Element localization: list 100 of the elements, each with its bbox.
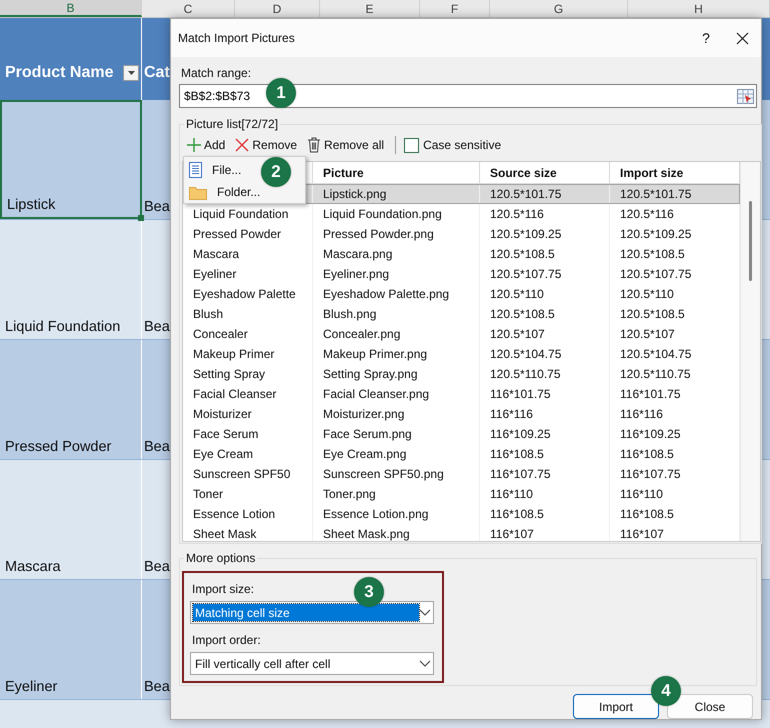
table-cell: Eyeliner xyxy=(0,580,142,699)
table-cell-text: Bea xyxy=(143,318,170,337)
table-cell: Liquid Foundation.png xyxy=(313,204,480,224)
window-title: Match Import Pictures xyxy=(178,31,296,45)
table-cell: Eyeshadow Palette xyxy=(183,284,313,304)
step-badge: 4 xyxy=(651,676,681,706)
table-cell: Facial Cleanser.png xyxy=(313,384,480,404)
column-header[interactable]: Source size xyxy=(480,162,610,183)
column-header[interactable]: H xyxy=(628,0,770,17)
table-cell: 120.5*107 xyxy=(480,324,610,344)
column-header[interactable]: C xyxy=(142,0,235,17)
table-cell: Makeup Primer xyxy=(183,344,313,364)
table-cell: Sunscreen SPF50.png xyxy=(313,464,480,484)
table-cell: 120.5*108.5 xyxy=(480,244,610,264)
dropdown[interactable]: Fill vertically cell after cell xyxy=(190,652,434,675)
table-cell: Face Serum.png xyxy=(313,424,480,444)
plus-icon xyxy=(187,138,201,152)
toolbar-button[interactable]: Remove all xyxy=(304,135,388,155)
table-cell: Mascara.png xyxy=(313,244,480,264)
table-cell: Pressed Powder.png xyxy=(313,224,480,244)
table-cell: Lipstick.png xyxy=(313,184,480,204)
toolbar-button[interactable]: Add xyxy=(184,136,228,154)
table-cell: Eyeliner.png xyxy=(313,264,480,284)
table-cell: Eye Cream xyxy=(183,444,313,464)
table-cell: Pressed Powder xyxy=(183,224,313,244)
table-cell: Concealer.png xyxy=(313,324,480,344)
table-cell: 120.5*104.75 xyxy=(480,344,610,364)
table-cell: Setting Spray xyxy=(183,364,313,384)
table-cell: Essence Lotion.png xyxy=(313,504,480,524)
table-cell: Setting Spray.png xyxy=(313,364,480,384)
column-header[interactable]: D xyxy=(235,0,320,17)
chevron-down-icon xyxy=(419,609,431,616)
table-cell: Sheet Mask xyxy=(183,524,313,541)
menu-item[interactable]: Folder... xyxy=(184,181,260,203)
trash-icon xyxy=(307,137,322,153)
close-icon[interactable] xyxy=(736,32,749,44)
table-cell: Makeup Primer.png xyxy=(313,344,480,364)
table-cell: Eyeliner xyxy=(183,264,313,284)
cross-icon xyxy=(235,138,250,152)
table-cell: Mascara xyxy=(183,244,313,264)
field-label: Import order: xyxy=(192,633,261,647)
column-header[interactable]: F xyxy=(420,0,490,17)
table-cell: 116*107 xyxy=(480,524,610,541)
dialog-button[interactable]: Import xyxy=(573,694,659,719)
table-cell: Sheet Mask.png xyxy=(313,524,480,541)
table-cell: Eyeshadow Palette.png xyxy=(313,284,480,304)
field-label: Import size: xyxy=(192,582,254,596)
table-cell: Blush xyxy=(183,304,313,324)
column-header[interactable]: B xyxy=(0,0,142,17)
table-cell: 120.5*110.75 xyxy=(480,364,610,384)
table-cell: 120.5*116 xyxy=(480,204,610,224)
table-cell: Sunscreen SPF50 xyxy=(183,464,313,484)
column-header[interactable]: G xyxy=(490,0,628,17)
table-cell: 116*107.75 xyxy=(480,464,610,484)
table-cell: 116*108.5 xyxy=(480,444,610,464)
help-button[interactable]: ? xyxy=(686,30,726,46)
table-cell: 116*116 xyxy=(480,404,610,424)
checkbox[interactable] xyxy=(404,138,420,152)
table-cell: Facial Cleanser xyxy=(183,384,313,404)
table-cell: Toner.png xyxy=(313,484,480,504)
table-cell-text: Bea xyxy=(143,678,170,697)
table-cell: Eye Cream.png xyxy=(313,444,480,464)
table-cell: Moisturizer xyxy=(183,404,313,424)
table-cell: 120.5*110 xyxy=(480,284,610,304)
table-cell: Mascara xyxy=(0,460,142,579)
chevron-down-icon xyxy=(419,660,431,667)
table-cell: Toner xyxy=(183,484,313,504)
table-cell-text: Bea xyxy=(143,558,170,577)
field-label: Match range: xyxy=(181,66,252,80)
table-cell: Blush.png xyxy=(313,304,480,324)
table-cell: Moisturizer.png xyxy=(313,404,480,424)
table-cell: 116*110 xyxy=(480,484,610,504)
table-cell: 116*101.75 xyxy=(480,384,610,404)
dropdown-arrow-icon xyxy=(126,69,136,77)
checkbox-label: Case sensitive xyxy=(423,138,502,152)
table-cell-text: Bea xyxy=(143,198,170,217)
table-cell: 120.5*108.5 xyxy=(480,304,610,324)
table-cell: 116*108.5 xyxy=(480,504,610,524)
group-label: Picture list[72/72] xyxy=(185,117,280,131)
table-cell: 120.5*109.25 xyxy=(480,224,610,244)
table-cell: Liquid Foundation xyxy=(0,220,142,339)
toolbar-button[interactable]: Remove xyxy=(232,136,300,154)
table-cell: 120.5*107.75 xyxy=(480,264,610,284)
filter-button[interactable] xyxy=(123,65,139,81)
menu-item[interactable]: File... xyxy=(184,159,242,181)
table-cell-text: Bea xyxy=(143,438,170,457)
document-icon xyxy=(189,162,202,178)
table-cell: Pressed Powder xyxy=(0,340,142,459)
header-cell: Cat xyxy=(144,64,170,82)
scrollbar[interactable] xyxy=(740,162,760,541)
table-cell: Concealer xyxy=(183,324,313,344)
table-cell: Lipstick xyxy=(0,100,142,219)
table-cell: 116*109.25 xyxy=(480,424,610,444)
header-cell: Product Name xyxy=(5,64,114,82)
table-cell: Face Serum xyxy=(183,424,313,444)
group-label: More options xyxy=(185,551,256,565)
column-header[interactable]: Picture xyxy=(313,162,480,183)
step-badge: 3 xyxy=(354,577,384,607)
column-header[interactable]: E xyxy=(320,0,420,17)
dropdown[interactable]: Matching cell size xyxy=(190,601,434,624)
